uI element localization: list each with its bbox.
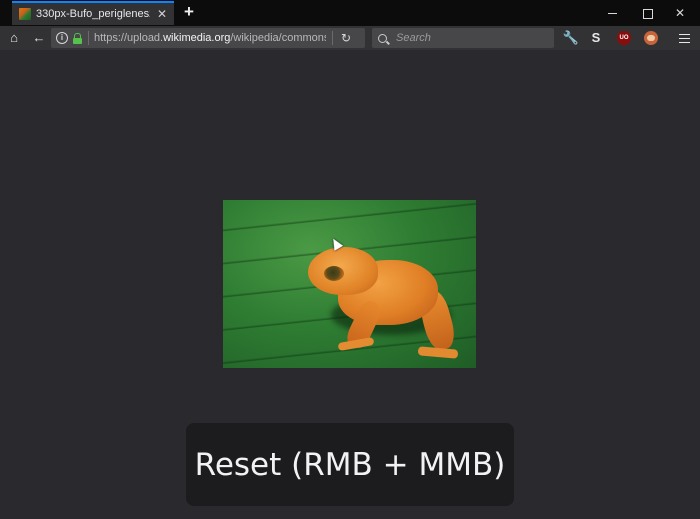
reset-hint-text: Reset (RMB + MMB) — [194, 446, 506, 483]
tab-close-icon[interactable]: ✕ — [156, 7, 168, 21]
ublock-origin-icon[interactable]: UO — [617, 31, 631, 45]
info-icon[interactable]: i — [56, 32, 68, 44]
hamburger-icon — [679, 34, 690, 43]
toad-eye — [324, 266, 344, 281]
url-path: /wikipedia/commons/ — [230, 32, 326, 44]
search-icon — [378, 33, 387, 43]
new-tab-button[interactable]: + — [180, 3, 198, 21]
home-icon[interactable]: ⌂ — [4, 28, 24, 48]
url-separator — [88, 31, 89, 45]
navigation-toolbar: ⌂ ← i https://upload.wikimedia.org/wikip… — [0, 26, 700, 50]
url-text[interactable]: https://upload.wikimedia.org/wikipedia/c… — [94, 32, 326, 44]
url-bar[interactable]: i https://upload.wikimedia.org/wikipedia… — [51, 28, 365, 48]
wrench-icon[interactable]: 🔧 — [561, 28, 581, 48]
url-domain: wikimedia.org — [163, 32, 231, 44]
lock-icon[interactable] — [73, 32, 82, 44]
extension-icon[interactable] — [644, 31, 658, 45]
toad-photo[interactable] — [223, 200, 476, 368]
search-bar[interactable] — [372, 28, 554, 48]
toad-front-foot — [337, 336, 375, 352]
reload-icon[interactable]: ↻ — [339, 31, 353, 45]
search-input[interactable] — [394, 31, 553, 45]
back-arrow-icon[interactable]: ← — [29, 28, 49, 48]
toad-back-foot — [417, 346, 459, 359]
tab-strip: 330px-Bufo_periglenes2.jpg ✕ + ✕ — [0, 0, 700, 26]
url-divider — [332, 31, 333, 45]
tab-title: 330px-Bufo_periglenes2.jpg — [36, 8, 150, 20]
close-window-button[interactable]: ✕ — [660, 0, 700, 26]
tab-active[interactable]: 330px-Bufo_periglenes2.jpg ✕ — [12, 1, 174, 25]
tab-favicon-icon — [19, 8, 31, 20]
minimize-button[interactable] — [592, 0, 632, 26]
reset-hint-overlay: Reset (RMB + MMB) — [186, 423, 514, 506]
url-prefix: https://upload. — [94, 32, 164, 44]
sync-icon[interactable]: S — [586, 28, 606, 48]
